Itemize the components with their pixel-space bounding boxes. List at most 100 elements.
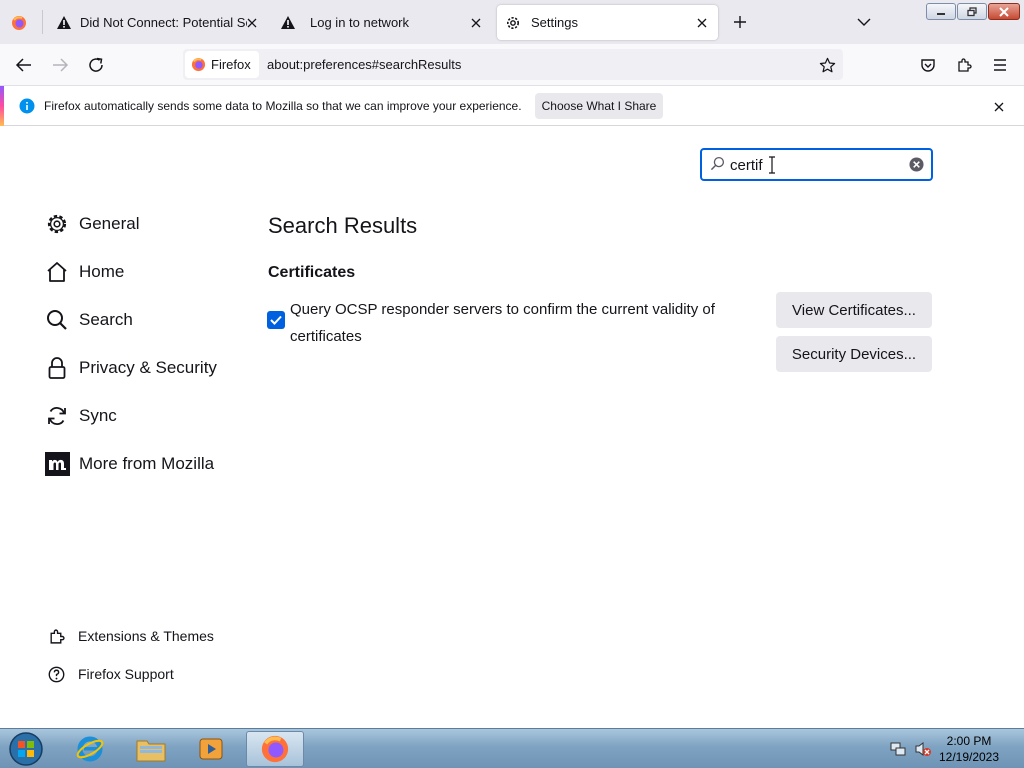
back-button[interactable] [12,53,36,77]
close-icon [994,102,1004,112]
tab-strip: Did Not Connect: Potential Sec Log in to… [0,0,1024,44]
category-home[interactable]: Home [44,257,124,287]
forward-arrow-icon [53,58,69,72]
firefox-logo-icon [191,57,206,72]
security-devices-button[interactable]: Security Devices... [776,336,932,372]
tab-label: Log in to network [310,15,410,30]
link-firefox-support[interactable]: Firefox Support [46,663,174,685]
taskbar-internet-explorer[interactable] [62,731,118,767]
identity-box[interactable]: Firefox [185,51,259,78]
section-heading-certificates: Certificates [268,264,356,281]
tab-label: Settings [531,15,578,30]
tab-settings[interactable]: Settings [497,5,718,40]
start-button[interactable] [6,730,46,768]
search-input[interactable] [730,156,900,174]
pocket-button[interactable] [916,53,940,77]
info-icon [19,98,35,119]
settings-search-box[interactable] [700,148,933,181]
forward-button[interactable] [48,53,72,77]
tab-close-button[interactable] [468,15,484,31]
checkmark-icon [270,315,282,325]
star-icon [819,57,835,72]
volume-muted-tray-icon[interactable] [914,741,932,762]
view-certificates-button[interactable]: View Certificates... [776,292,932,328]
app-menu-button[interactable] [988,53,1012,77]
windows-taskbar: 2:00 PM 12/19/2023 [0,728,1024,768]
firefox-view-button[interactable] [8,12,30,34]
reload-button[interactable] [84,53,108,77]
firefox-logo-icon [261,735,289,763]
url-text[interactable]: about:preferences#searchResults [267,57,461,72]
extensions-button[interactable] [952,53,976,77]
warning-icon [56,15,72,31]
identity-label: Firefox [211,57,251,72]
gear-icon [44,211,70,237]
chevron-down-icon [857,18,871,26]
system-clock[interactable]: 2:00 PM 12/19/2023 [934,733,1004,765]
category-label: Privacy & Security [79,358,217,377]
gear-icon [505,15,521,31]
back-arrow-icon [15,58,31,72]
category-search[interactable]: Search [44,305,133,335]
category-label: General [79,214,140,233]
media-player-icon [199,738,223,760]
taskbar-firefox[interactable] [246,731,304,767]
new-tab-button[interactable] [730,12,750,32]
plus-icon [734,16,746,28]
clock-time: 2:00 PM [946,734,992,748]
search-icon [710,156,725,176]
home-icon [44,259,70,285]
close-icon [697,18,707,28]
tab-close-button[interactable] [694,15,710,31]
taskbar-media-player[interactable] [183,731,239,767]
tab-did-not-connect[interactable]: Did Not Connect: Potential Sec [48,5,264,40]
tab-close-button[interactable] [244,15,260,31]
internet-explorer-icon [76,736,104,762]
clock-date: 12/19/2023 [938,750,1000,764]
network-tray-icon[interactable] [890,741,906,762]
sync-icon [44,403,70,429]
taskbar-file-explorer[interactable] [123,731,179,767]
link-extensions-themes[interactable]: Extensions & Themes [46,625,214,647]
notification-message: Firefox automatically sends some data to… [44,99,522,113]
hamburger-menu-icon [994,59,1006,71]
lock-icon [44,355,70,381]
notification-accent-bar [0,86,4,126]
footer-link-label: Extensions & Themes [78,628,214,644]
navigation-toolbar: Firefox about:preferences#searchResults [0,44,1024,86]
firefox-logo-icon [12,16,26,30]
ocsp-checkbox[interactable] [267,311,285,329]
list-all-tabs-button[interactable] [854,12,874,32]
tab-label: Did Not Connect: Potential Sec [80,15,247,30]
category-privacy-security[interactable]: Privacy & Security [44,353,217,383]
warning-icon [280,15,296,31]
category-general[interactable]: General [44,209,139,239]
minimize-icon [937,12,945,15]
clear-search-button[interactable] [909,157,924,177]
tab-log-in-to-network[interactable]: Log in to network [272,5,490,40]
window-close-button[interactable] [988,3,1020,20]
notification-close-button[interactable] [990,98,1008,116]
windows-start-icon [9,732,43,766]
page-title: Search Results [268,213,418,238]
ocsp-checkbox-label[interactable]: Query OCSP responder servers to confirm … [290,296,740,350]
search-icon [44,307,70,333]
folder-icon [136,740,166,762]
reload-icon [89,57,103,72]
category-label: More from Mozilla [79,454,215,473]
restore-icon [967,6,977,16]
category-sync[interactable]: Sync [44,401,117,431]
category-more-from-mozilla[interactable]: More from Mozilla [44,449,214,479]
url-bar[interactable]: Firefox about:preferences#searchResults [183,49,843,80]
restore-button[interactable] [957,3,987,20]
close-icon [247,18,257,28]
puzzle-icon [46,626,66,646]
close-icon [999,6,1009,17]
data-reporting-notification: Firefox automatically sends some data to… [0,86,1024,126]
pocket-icon [921,59,935,72]
category-label: Home [79,262,125,281]
choose-what-i-share-button[interactable]: Choose What I Share [535,93,663,119]
bookmark-star-button[interactable] [817,55,837,75]
mozilla-icon [44,451,70,477]
minimize-button[interactable] [926,3,956,20]
